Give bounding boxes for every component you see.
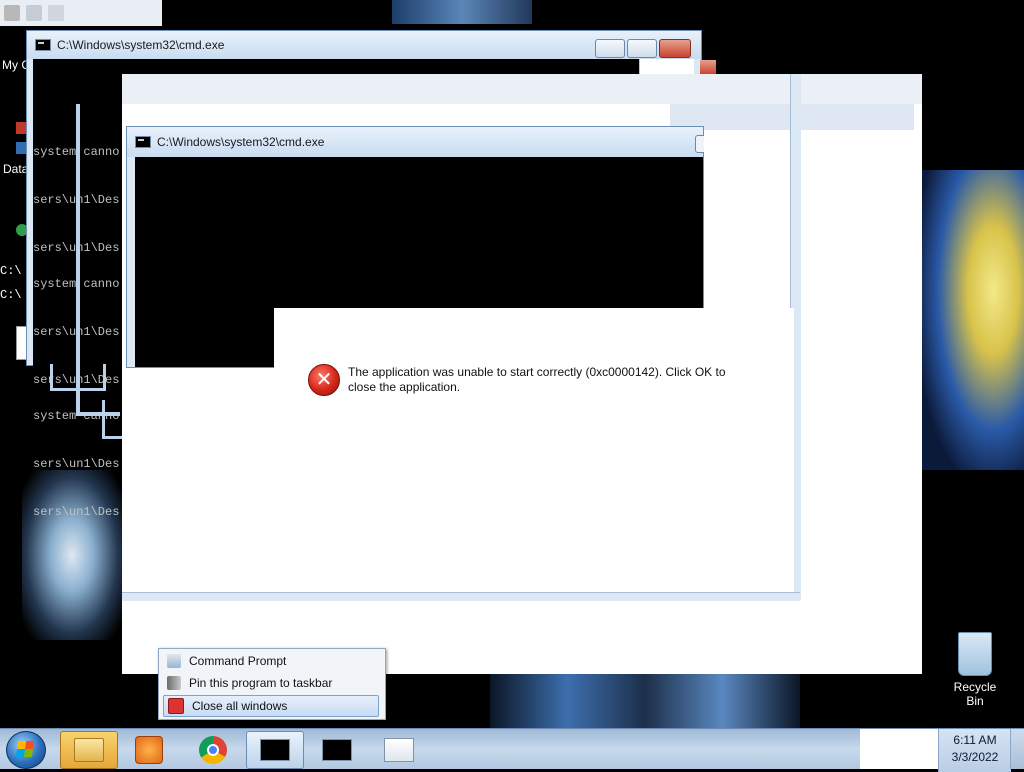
tray-area bbox=[860, 729, 938, 769]
jump-item-label: Command Prompt bbox=[189, 654, 287, 668]
clock-date: 3/3/2022 bbox=[951, 750, 999, 764]
command-prompt-icon bbox=[167, 654, 181, 668]
cmd-icon bbox=[260, 739, 290, 761]
taskbar-button-media-player[interactable] bbox=[120, 731, 178, 769]
window-icon bbox=[384, 738, 414, 762]
ghost-window-edge bbox=[122, 592, 800, 601]
window-title: C:\Windows\system32\cmd.exe bbox=[157, 135, 325, 149]
taskbar-jump-list[interactable]: Command Prompt Pin this program to taskb… bbox=[158, 648, 386, 720]
network-icon[interactable] bbox=[26, 5, 42, 21]
folder-icon bbox=[74, 738, 104, 762]
tray-fragment bbox=[0, 0, 162, 26]
taskbar: 6:11 AM 3/3/2022 bbox=[0, 728, 1024, 772]
media-player-icon bbox=[135, 736, 163, 764]
error-icon: ✕ bbox=[308, 364, 340, 396]
close-windows-icon bbox=[168, 698, 184, 714]
recycle-bin[interactable]: Recycle Bin bbox=[944, 632, 1006, 708]
close-button-fragment[interactable] bbox=[700, 60, 716, 74]
taskbar-button-cmd-active[interactable] bbox=[246, 731, 304, 769]
recycle-bin-icon bbox=[958, 632, 992, 676]
start-button[interactable] bbox=[6, 731, 46, 769]
scrollbar[interactable] bbox=[639, 59, 694, 75]
taskbar-button-explorer[interactable] bbox=[60, 731, 118, 769]
recycle-bin-label: Recycle Bin bbox=[953, 680, 997, 708]
taskbar-button-app[interactable] bbox=[370, 731, 428, 769]
wallpaper-fragment bbox=[490, 672, 800, 728]
chrome-icon bbox=[199, 736, 227, 764]
window-title: C:\Windows\system32\cmd.exe bbox=[57, 38, 225, 52]
pin-icon bbox=[167, 676, 181, 690]
cmd-icon bbox=[135, 136, 151, 148]
desktop-label: C:\ bbox=[0, 288, 22, 302]
volume-icon[interactable] bbox=[48, 5, 64, 21]
wallpaper-fragment bbox=[922, 170, 1024, 470]
jump-item-label: Close all windows bbox=[192, 699, 288, 713]
maximize-button[interactable] bbox=[627, 39, 657, 58]
wallpaper-fragment bbox=[392, 0, 532, 24]
network-error-icon[interactable] bbox=[4, 5, 20, 21]
taskbar-button-cmd[interactable] bbox=[308, 731, 366, 769]
cmd-icon bbox=[35, 39, 51, 51]
cmd-front-titlebar[interactable]: C:\Windows\system32\cmd.exe bbox=[127, 127, 703, 157]
minimize-button[interactable] bbox=[695, 135, 704, 153]
ghost-titlebar bbox=[122, 74, 922, 104]
jump-item-close-all[interactable]: Close all windows bbox=[163, 695, 379, 717]
window-ghost-outline bbox=[76, 104, 120, 416]
taskbar-clock[interactable]: 6:11 AM 3/3/2022 bbox=[938, 729, 1011, 772]
error-message: The application was unable to start corr… bbox=[348, 365, 726, 394]
desktop-label[interactable]: Data bbox=[3, 162, 28, 176]
cmd-icon bbox=[322, 739, 352, 761]
desktop-label: C:\ bbox=[0, 264, 22, 278]
close-button[interactable] bbox=[659, 39, 691, 58]
error-dialog[interactable]: ✕ The application was unable to start co… bbox=[274, 308, 794, 592]
taskbar-button-chrome[interactable] bbox=[184, 731, 242, 769]
jump-item-pin[interactable]: Pin this program to taskbar bbox=[163, 673, 379, 693]
jump-item-label: Pin this program to taskbar bbox=[189, 676, 333, 690]
show-desktop-button[interactable] bbox=[1010, 729, 1024, 769]
jump-item-command-prompt[interactable]: Command Prompt bbox=[163, 651, 379, 671]
clock-time: 6:11 AM bbox=[953, 733, 997, 747]
minimize-button[interactable] bbox=[595, 39, 625, 58]
